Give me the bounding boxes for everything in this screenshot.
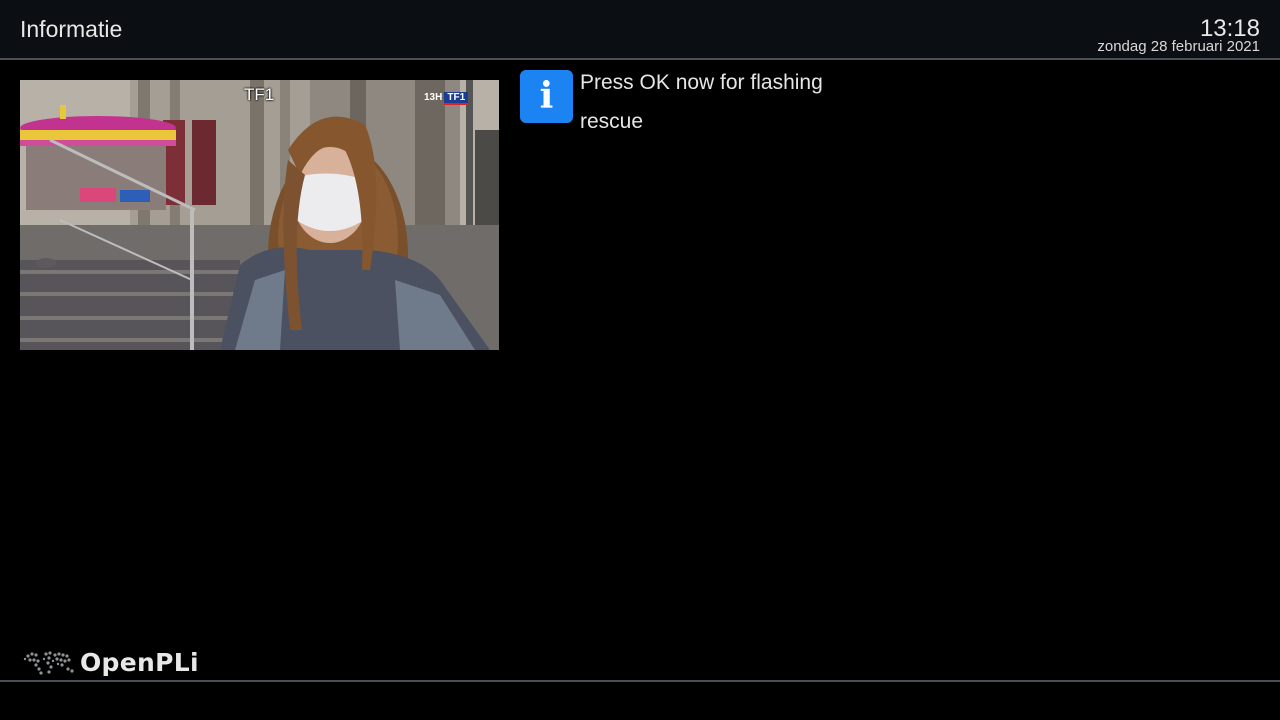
tv-corner-logo: 13H TF1: [424, 92, 469, 105]
info-icon: i: [520, 70, 573, 123]
date: zondag 28 februari 2021: [1097, 38, 1260, 55]
footer-bar: [0, 682, 1280, 720]
globe-icon: [23, 651, 74, 675]
tv-logo-prefix: 13H: [424, 92, 443, 103]
tv-channel-label: TF1: [244, 85, 275, 104]
tv-picture: [20, 80, 499, 350]
page-title: Informatie: [20, 16, 123, 42]
brand-name: OpenPLi: [80, 647, 199, 677]
title-bar: Informatie 13:18 zondag 28 februari 2021: [0, 0, 1280, 58]
message-box[interactable]: Press OK now for flashing rescue: [580, 70, 980, 147]
tv-preview: TF1 13H TF1: [20, 80, 499, 350]
tv-logo-brand: TF1: [444, 92, 469, 105]
openpli-logo: OpenPLi: [22, 645, 199, 679]
